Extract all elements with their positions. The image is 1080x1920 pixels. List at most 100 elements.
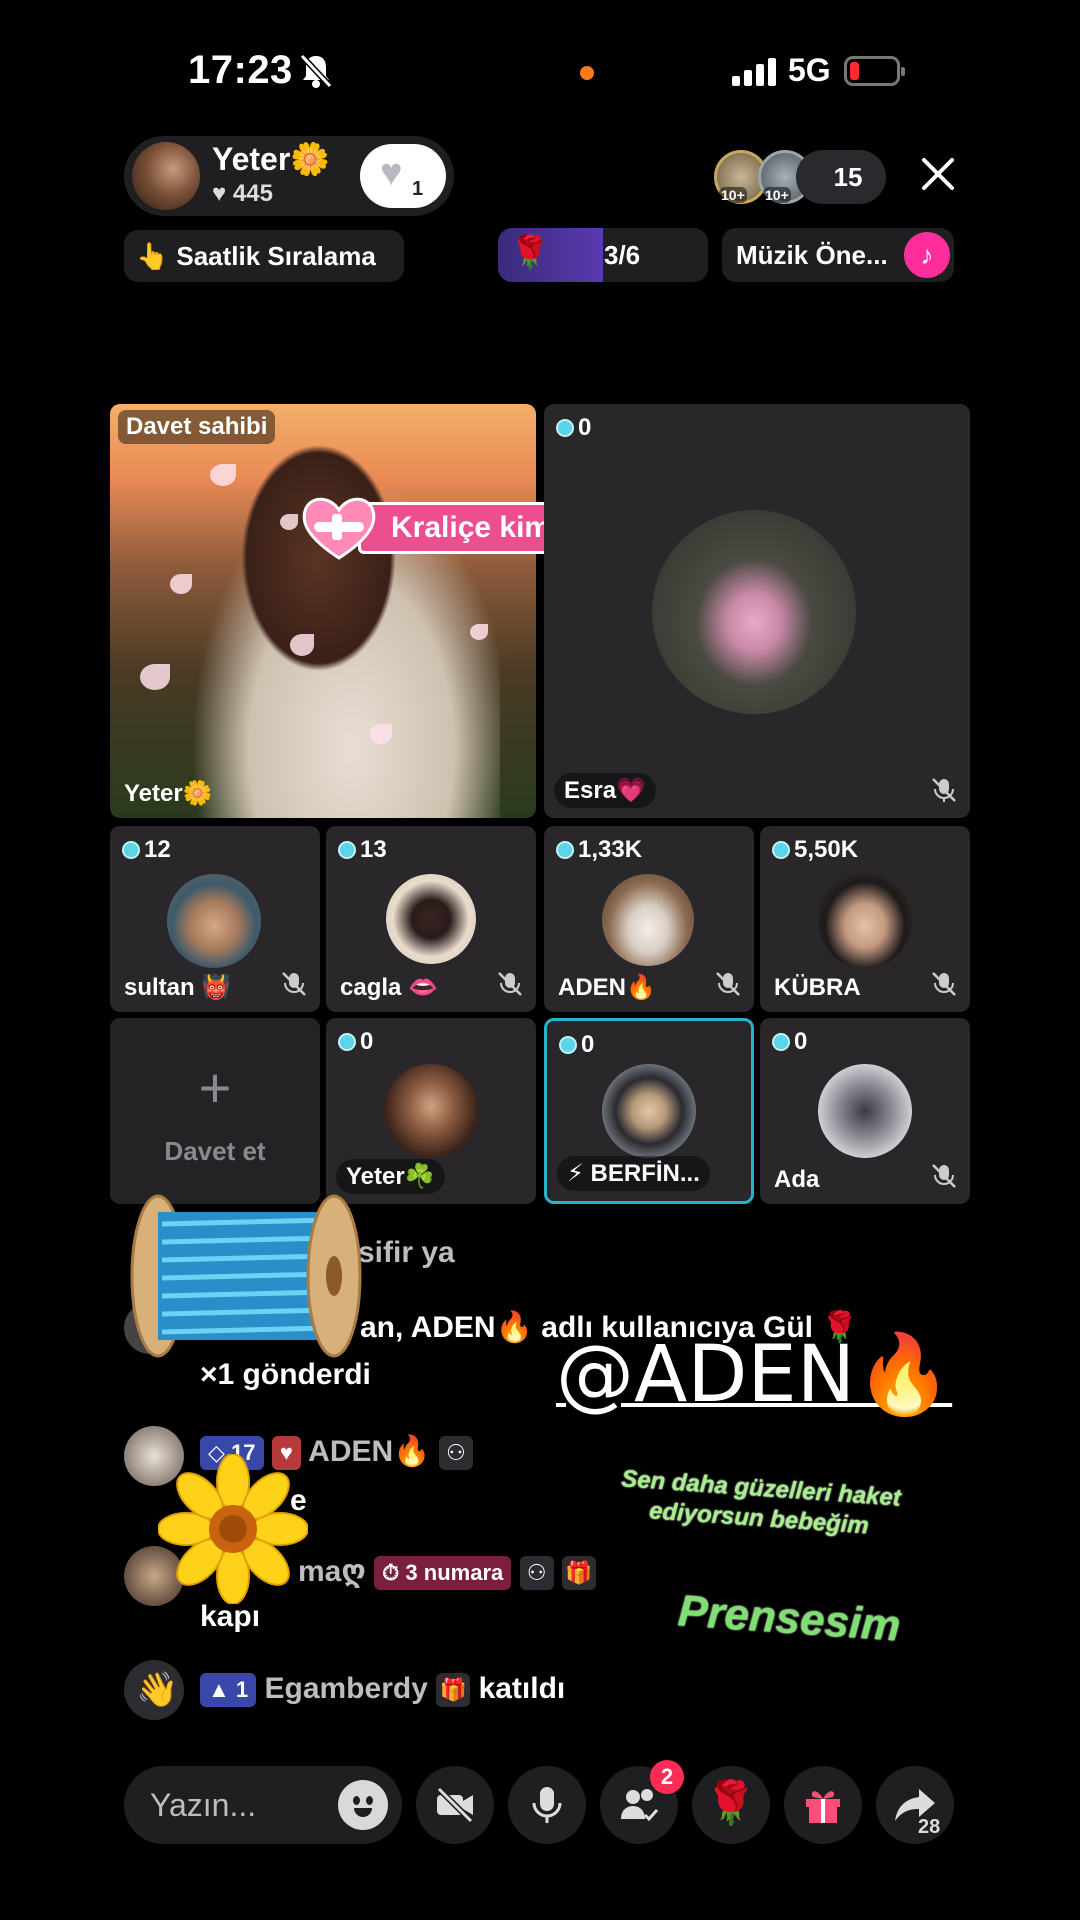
music-note-icon: ♪: [904, 232, 950, 278]
guest-avatar: [818, 1064, 912, 1158]
guest-tile[interactable]: 12 sultan 👹: [110, 826, 320, 1012]
level-badge: ▲ 1: [200, 1673, 257, 1708]
guest-tile[interactable]: 0 Yeter☘️: [326, 1018, 536, 1204]
emoji-icon[interactable]: [338, 1780, 388, 1830]
host-likes: ♥ 445: [212, 180, 273, 207]
guest-name: Ada: [774, 1166, 820, 1193]
rose-icon: 🌹: [510, 234, 550, 270]
group-icon: ⚇: [519, 1556, 554, 1591]
music-label: Müzik Öne...: [736, 240, 888, 270]
guest-name: ADEN🔥: [558, 974, 656, 1001]
gem-icon: [559, 1036, 577, 1054]
heart-plane-icon: [302, 497, 376, 560]
comment-input[interactable]: Yazın...: [124, 1766, 402, 1844]
guest-tile[interactable]: 1,33K ADEN🔥: [544, 826, 754, 1012]
gem-icon: [338, 1033, 356, 1051]
chat-message-header: maღ ⏱ 3 numara ⚇ 🎁: [298, 1554, 596, 1591]
guest-name: Yeter☘️: [336, 1159, 445, 1194]
host-name: Yeter🌼: [212, 141, 331, 177]
mention-overlay: @ADEN🔥: [556, 1330, 953, 1420]
join-message: ▲ 1 Egamberdy 🎁 katıldı: [200, 1672, 566, 1708]
wave-icon[interactable]: 👋: [124, 1660, 184, 1720]
guest-tile-main[interactable]: 0 Esra💗: [544, 404, 970, 818]
chat-message: sifir ya: [358, 1236, 455, 1269]
overlay-text-big: Prensesim: [676, 1586, 903, 1651]
ranking-label: Saatlik Sıralama: [176, 241, 376, 271]
guest-name: KÜBRA: [774, 974, 861, 1001]
rose-goal-value: 3/6: [604, 240, 641, 270]
overlay-text-small: Sen daha güzelleri haket ediyorsun bebeğ…: [620, 1465, 902, 1540]
status-bar: 17:23 5G: [0, 0, 1080, 140]
chat-username[interactable]: Egamberdy: [264, 1672, 427, 1705]
hourly-ranking-button[interactable]: 👆 Saatlik Sıralama: [124, 230, 404, 282]
mic-off-icon: [716, 972, 740, 996]
gem-icon: [338, 841, 356, 859]
guest-tile[interactable]: 0 Ada: [760, 1018, 970, 1204]
notification-badge: 2: [650, 1760, 684, 1794]
guest-avatar: [386, 874, 476, 964]
network-type: 5G: [788, 52, 831, 88]
gift-icon: 🎁: [561, 1556, 596, 1591]
thread-spool-sticker: [130, 1194, 362, 1358]
music-button[interactable]: Müzik Öne... ♪: [722, 228, 954, 282]
group-icon: ⚇: [438, 1436, 473, 1471]
camera-off-icon: [436, 1786, 474, 1824]
rose-goal[interactable]: 🌹 3/6: [498, 228, 708, 282]
gem-icon: [772, 1033, 790, 1051]
rose-icon: 🌹: [704, 1779, 758, 1826]
guest-tile[interactable]: 13 cagla 👄: [326, 826, 536, 1012]
guest-name: sultan 👹: [124, 974, 232, 1001]
gift-icon: [806, 1791, 840, 1823]
mic-off-icon: [932, 1164, 956, 1188]
host-tile-name: Yeter🌼: [124, 780, 213, 807]
plus-icon: +: [198, 1056, 232, 1119]
chat-username[interactable]: ADEN🔥: [308, 1435, 430, 1468]
camera-off-button[interactable]: [416, 1766, 494, 1844]
mic-off-icon: [932, 972, 956, 996]
gift-icon: 🎁: [436, 1673, 471, 1708]
signal-icon: [732, 56, 776, 86]
guest-score: 0: [556, 414, 591, 442]
close-icon[interactable]: [912, 148, 964, 200]
share-button[interactable]: [876, 1766, 954, 1844]
invite-tile[interactable]: + Davet et: [110, 1018, 320, 1204]
host-video-tile[interactable]: Davet sahibi Yeter🌼: [110, 404, 536, 818]
rose-gift-button[interactable]: 🌹: [692, 1766, 770, 1844]
viewer-count[interactable]: 15: [796, 150, 886, 204]
status-time: 17:23: [188, 48, 293, 92]
microphone-icon: [532, 1787, 562, 1823]
guest-tile-active[interactable]: 0 ⚡ BERFİN...: [544, 1018, 754, 1204]
join-text: katıldı: [478, 1672, 566, 1705]
heart-count: 1: [412, 178, 424, 200]
mic-off-icon: [282, 972, 306, 996]
gem-icon: [556, 419, 574, 437]
hand-icon: 👆: [136, 241, 169, 271]
chat-message-text: kapı: [200, 1600, 261, 1633]
mic-off-icon: [498, 972, 522, 996]
follow-heart-button[interactable]: ♥ 1: [360, 144, 446, 208]
rank-badge: ⏱ 3 numara: [374, 1556, 512, 1591]
gift-message-cont: ×1 gönderdi: [200, 1358, 371, 1391]
privacy-indicator-dot: [580, 66, 594, 80]
guest-avatar: [602, 1064, 696, 1158]
mic-off-icon: [932, 778, 956, 802]
guest-name: Esra💗: [554, 773, 656, 808]
guest-avatar: [818, 874, 912, 968]
microphone-button[interactable]: [508, 1766, 586, 1844]
gem-icon: [556, 841, 574, 859]
gift-button[interactable]: [784, 1766, 862, 1844]
guest-name: ⚡ BERFİN...: [557, 1156, 710, 1191]
host-tile-label: Davet sahibi: [118, 410, 276, 444]
invite-label: Davet et: [164, 1136, 266, 1166]
guest-tile[interactable]: 5,50K KÜBRA: [760, 826, 970, 1012]
host-avatar[interactable]: [132, 142, 200, 210]
users-icon: [621, 1789, 659, 1822]
guest-avatar: [384, 1064, 478, 1158]
guest-name: cagla 👄: [340, 974, 438, 1001]
host-profile[interactable]: Yeter🌼 ♥ 445 ♥ 1: [124, 136, 454, 216]
guest-avatar: [167, 874, 261, 968]
heart-icon: ♥: [380, 152, 403, 194]
gem-icon: [122, 841, 140, 859]
comment-placeholder: Yazın...: [150, 1787, 257, 1823]
gem-icon: [772, 841, 790, 859]
